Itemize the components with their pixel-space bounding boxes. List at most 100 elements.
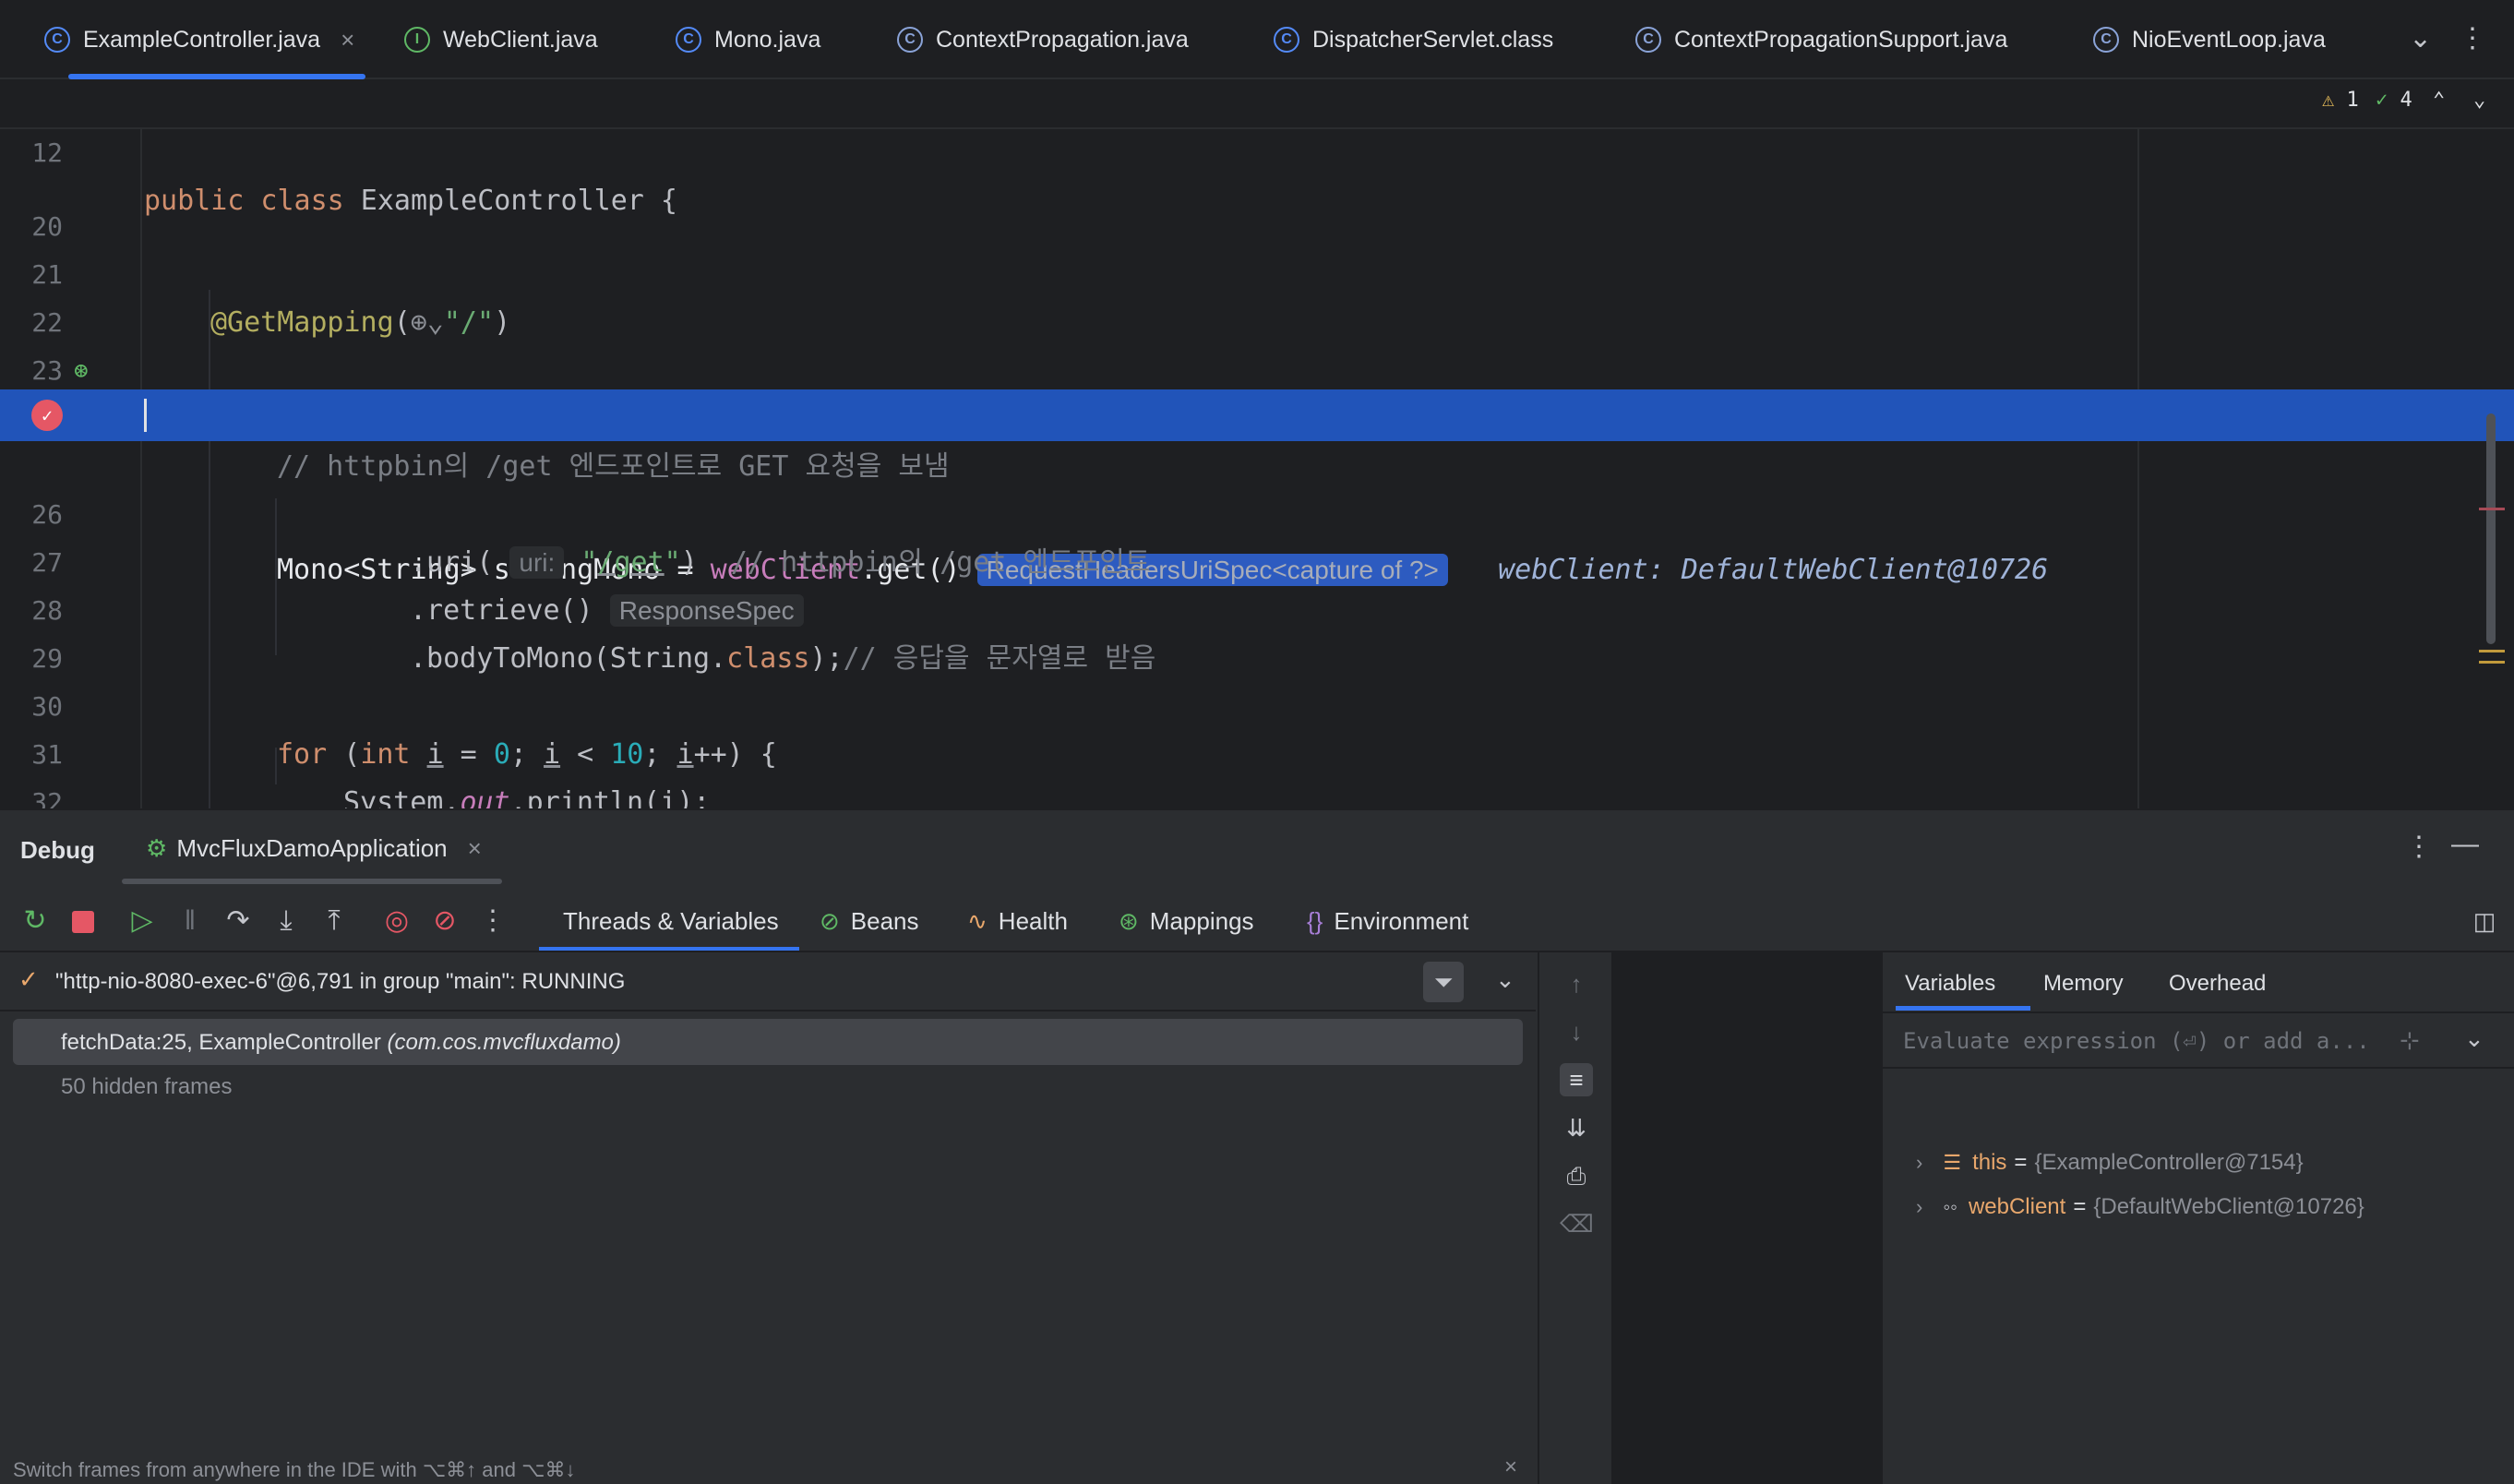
variable-row[interactable]: › ◦◦ webClient = {DefaultWebClient@10726}	[1916, 1194, 2364, 1220]
check-indicator[interactable]: ✓ 4	[2376, 89, 2412, 112]
chevron-up-icon[interactable]: ⌃	[2433, 89, 2445, 112]
view-breakpoints-icon[interactable]: ◎	[378, 903, 415, 939]
evaluate-expression-field[interactable]: Evaluate expression (⏎) or add a... ⊹ ⌄	[1883, 1011, 2514, 1069]
minimize-icon[interactable]: —	[2451, 829, 2479, 860]
add-watch-icon[interactable]: ⊹	[2400, 1026, 2420, 1055]
filter-icon[interactable]: ⏷	[1423, 962, 1464, 1002]
mappings-icon: ⊛	[1119, 906, 1139, 935]
thread-selector[interactable]: ✓ "http-nio-8080-exec-6"@6,791 in group …	[0, 952, 1536, 1011]
close-icon[interactable]: ×	[1504, 1454, 1517, 1480]
chevron-right-icon[interactable]: ›	[1916, 1195, 1922, 1219]
code-line[interactable]: 26 .uri( uri: "/get") // httpbin의 /get 엔…	[0, 443, 2514, 579]
tab-label: DispatcherServlet.class	[1312, 26, 1554, 53]
chevron-down-icon[interactable]: ⌄	[2473, 89, 2485, 112]
close-icon[interactable]: ×	[468, 834, 482, 863]
tab-memory[interactable]: Memory	[2043, 971, 2124, 997]
step-over-icon[interactable]: ↷	[220, 903, 257, 939]
editor-scrollbar[interactable]	[2486, 413, 2496, 644]
pause-icon[interactable]: ‖	[172, 903, 209, 939]
chevron-down-icon[interactable]: ⌄	[2409, 22, 2432, 54]
chevron-down-icon[interactable]: ⌄	[1495, 965, 1515, 994]
execution-line[interactable]: ✓ Mono<String> stringMono = webClient.ge…	[0, 389, 2514, 586]
code-line[interactable]: 22 ⊛ public String fetchData() {	[0, 251, 2514, 435]
tab-contextpropagation[interactable]: C ContextPropagation.java	[897, 0, 1189, 79]
debug-bug-icon: ⚙	[146, 834, 168, 862]
chevron-down-icon[interactable]: ⌄	[2464, 1024, 2484, 1053]
tab-threads-variables[interactable]: Threads & Variables	[563, 903, 779, 939]
active-tab-underline	[1896, 1006, 2030, 1011]
arrow-up-icon[interactable]: ↑	[1560, 967, 1593, 1000]
line-number: 12	[31, 138, 63, 168]
abstract-class-icon: C	[2093, 27, 2119, 53]
tab-examplecontroller[interactable]: C ExampleController.java ×	[44, 0, 366, 79]
tab-label: NioEventLoop.java	[2132, 26, 2326, 53]
console-area	[1611, 952, 1881, 1484]
rerun-icon[interactable]: ↻	[17, 903, 54, 939]
scroll-marker-warning[interactable]	[2479, 661, 2505, 664]
hidden-frames-toggle[interactable]: 50 hidden frames	[61, 1074, 232, 1100]
variables-pane: Variables Memory Overhead Evaluate expre…	[1881, 952, 2514, 1484]
layout-icon[interactable]: ◫	[2466, 903, 2503, 939]
tab-overhead[interactable]: Overhead	[2169, 971, 2266, 997]
code-line[interactable]: 23	[0, 299, 2514, 386]
tab-contextpropagationsupport[interactable]: C ContextPropagationSupport.java	[1635, 0, 2007, 79]
evaluate-placeholder: Evaluate expression (⏎) or add a...	[1903, 1028, 2370, 1054]
warning-indicator[interactable]: ⚠ 1	[2322, 89, 2359, 112]
variable-row[interactable]: › ☰ this = {ExampleController@7154}	[1916, 1150, 2304, 1176]
scroll-marker-breakpoint[interactable]	[2479, 508, 2505, 510]
health-icon: ∿	[967, 906, 988, 935]
arrow-down-icon[interactable]: ↓	[1560, 1015, 1593, 1048]
tab-mono[interactable]: C Mono.java	[676, 0, 820, 79]
chevron-right-icon[interactable]: ›	[1916, 1151, 1922, 1175]
scroll-to-end-icon[interactable]: ⇊	[1560, 1111, 1593, 1144]
soft-wrap-icon[interactable]: ≡	[1560, 1063, 1593, 1096]
code-line[interactable]: 29	[0, 587, 2514, 674]
resume-icon[interactable]: ▷	[124, 903, 161, 939]
tab-label: ContextPropagation.java	[936, 26, 1189, 53]
mute-breakpoints-icon[interactable]: ⊘	[426, 903, 463, 939]
debug-session-tab[interactable]: ⚙ MvcFluxDamoApplication ×	[146, 834, 482, 863]
warning-icon: ⚠	[2322, 89, 2335, 112]
close-icon[interactable]: ×	[341, 26, 354, 54]
tab-variables[interactable]: Variables	[1905, 971, 1995, 997]
tab-label: Mono.java	[714, 26, 821, 53]
abstract-class-icon: C	[897, 27, 923, 53]
code-line[interactable]: 30 for (int i = 0; i < 10; i++) {	[0, 635, 2514, 771]
code-line[interactable]: 28 .bodyToMono(String.class);// 응답을 문자열로…	[0, 539, 2514, 675]
tab-nioeventloop[interactable]: C NioEventLoop.java	[2093, 0, 2326, 79]
code-line[interactable]: 27 .retrieve() ResponseSpec	[0, 491, 2514, 627]
code-editor[interactable]: 12 public class ExampleController { ⚠ 1 …	[0, 81, 2514, 808]
environment-icon: {}	[1307, 906, 1323, 935]
check-icon: ✓	[2376, 89, 2388, 112]
debug-tool-window: Debug ⚙ MvcFluxDamoApplication × ⋮ — ↻ ▷…	[0, 808, 2514, 1484]
code-line[interactable]: 24 // httpbin의 /get 엔드포인트로 GET 요청을 보냄	[0, 347, 2514, 483]
tab-dispatcherservlet[interactable]: C DispatcherServlet.class	[1274, 0, 1553, 79]
frames-side-toolbar: ↑ ↓ ≡ ⇊ ⎙ ⌫	[1538, 952, 1611, 1484]
debug-title: Debug	[20, 836, 95, 864]
more-options-icon[interactable]: ⋮	[2405, 831, 2433, 863]
bean-icon: ⊘	[820, 906, 840, 935]
tab-mappings[interactable]: ⊛ Mappings	[1119, 903, 1254, 939]
code-line[interactable]: 33	[0, 779, 2514, 808]
tab-environment[interactable]: {} Environment	[1307, 903, 1468, 939]
trash-icon[interactable]: ⌫	[1560, 1207, 1594, 1240]
breakpoint-icon[interactable]: ✓	[31, 400, 63, 431]
tab-health[interactable]: ∿ Health	[967, 903, 1068, 939]
stop-icon[interactable]	[65, 903, 102, 939]
print-icon[interactable]: ⎙	[1560, 1159, 1593, 1192]
tab-label: ContextPropagationSupport.java	[1674, 26, 2008, 53]
thread-label: "http-nio-8080-exec-6"@6,791 in group "m…	[55, 969, 626, 994]
stack-frame[interactable]: fetchData:25, ExampleController (com.cos…	[61, 1030, 621, 1056]
tab-webclient[interactable]: I WebClient.java	[404, 0, 598, 79]
tab-beans[interactable]: ⊘ Beans	[820, 903, 919, 939]
scroll-marker-warning[interactable]	[2479, 650, 2505, 652]
step-into-icon[interactable]: ⤓	[268, 903, 305, 939]
code-line[interactable]: 32 }	[0, 731, 2514, 808]
code-line[interactable]: 31 System.out.println(i);	[0, 683, 2514, 808]
sticky-header-line[interactable]: 12 public class ExampleController {	[0, 81, 2514, 217]
class-icon: C	[1274, 27, 1299, 53]
step-out-icon[interactable]: ⤒	[316, 903, 353, 939]
more-options-icon[interactable]: ⋮	[2459, 22, 2486, 54]
more-options-icon[interactable]: ⋮	[474, 903, 511, 939]
abstract-class-icon: C	[1635, 27, 1661, 53]
